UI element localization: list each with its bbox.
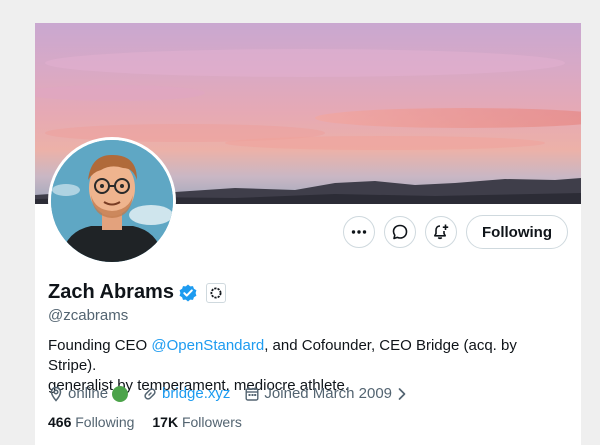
joined-item[interactable]: Joined March 2009 xyxy=(244,385,408,402)
profile-actions: Following xyxy=(343,215,568,249)
location-pin-icon xyxy=(50,386,62,402)
avatar-image xyxy=(51,140,173,262)
calendar-icon xyxy=(245,387,259,401)
followers-label: Followers xyxy=(181,414,242,430)
more-options-button[interactable] xyxy=(343,216,376,248)
profile-meta: online bridge.xyz Joined March 2009 xyxy=(48,385,408,402)
following-label: Following xyxy=(75,414,135,430)
joined-text: Joined March 2009 xyxy=(264,385,393,402)
website-item[interactable]: bridge.xyz xyxy=(142,385,230,402)
affiliate-badge[interactable] xyxy=(205,282,226,303)
message-button[interactable] xyxy=(384,216,417,248)
bio-text-prefix: Founding CEO xyxy=(48,337,152,354)
online-status-icon xyxy=(112,385,129,402)
notify-bell-icon xyxy=(434,224,449,240)
profile-card: Following Zach Abrams @zcabrams Founding… xyxy=(35,23,581,445)
bio-mention-link[interactable]: @OpenStandard xyxy=(151,337,264,354)
profile-avatar[interactable] xyxy=(48,137,176,265)
website-link[interactable]: bridge.xyz xyxy=(162,385,230,402)
user-handle: @zcabrams xyxy=(48,307,129,324)
followers-count-link[interactable]: 17K Followers xyxy=(152,414,241,430)
verified-badge-icon[interactable] xyxy=(178,283,198,303)
following-button[interactable]: Following xyxy=(466,215,568,249)
display-name: Zach Abrams xyxy=(48,281,174,303)
name-row: Zach Abrams xyxy=(48,281,226,304)
following-count-link[interactable]: 466 Following xyxy=(48,414,134,430)
message-icon xyxy=(392,224,408,240)
chevron-right-icon xyxy=(398,387,406,400)
following-count: 466 xyxy=(48,414,72,430)
followers-count: 17K xyxy=(152,414,179,430)
location-item: online xyxy=(48,385,129,402)
more-icon xyxy=(351,230,367,234)
location-text: online xyxy=(68,385,109,402)
affiliate-logo-icon xyxy=(210,287,222,298)
link-icon xyxy=(144,387,156,400)
follow-counts: 466 Following 17K Followers xyxy=(48,414,242,430)
notifications-button[interactable] xyxy=(425,216,458,248)
